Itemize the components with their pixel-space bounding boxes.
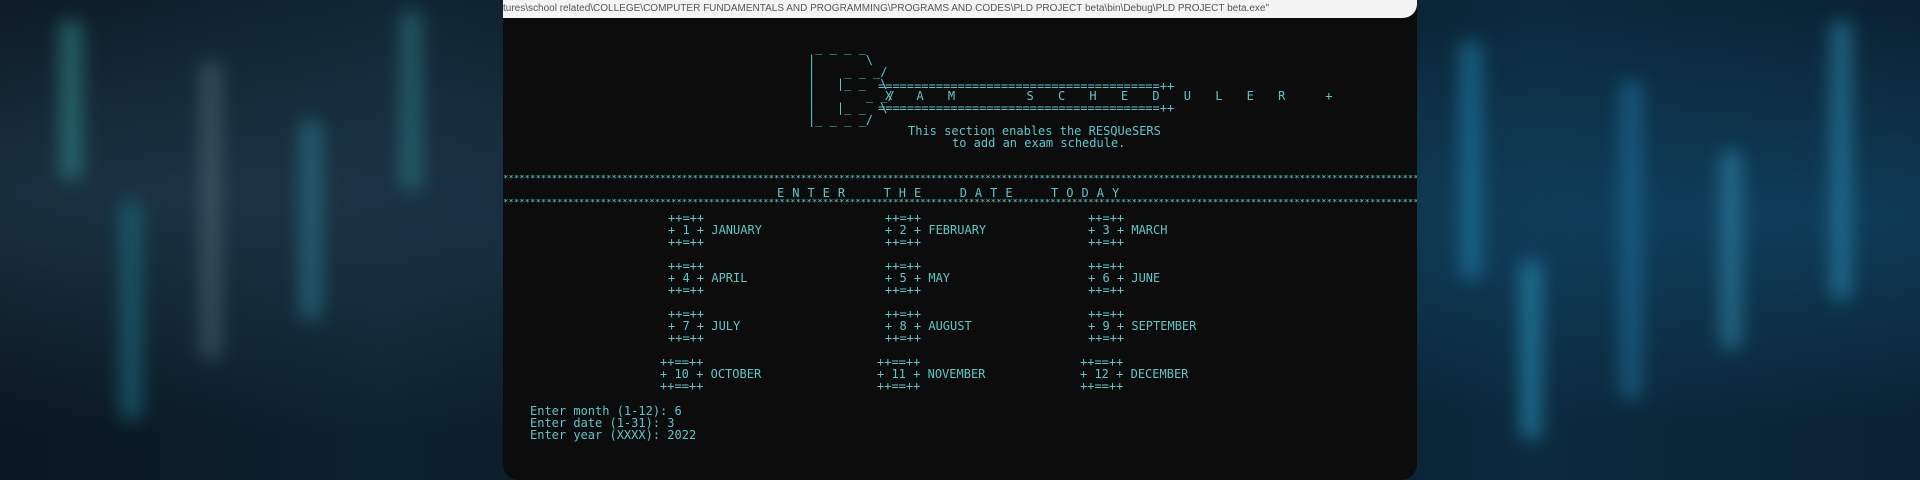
console-window[interactable]: tures\school related\COLLEGE\COMPUTER FU… xyxy=(503,0,1417,480)
month-box-bottom: ++=++ xyxy=(885,235,922,249)
star-divider-top: ****************************************… xyxy=(503,175,1417,184)
background-streak xyxy=(120,200,142,420)
month-name: JANUARY xyxy=(711,223,762,237)
month-name: JUNE xyxy=(1131,271,1161,285)
month-box-bottom: ++==++ xyxy=(660,379,704,393)
background-streak xyxy=(1830,20,1852,300)
month-box-bottom: ++=++ xyxy=(1088,235,1125,249)
month-name: MAY xyxy=(928,271,951,285)
star-divider-bottom: ****************************************… xyxy=(503,199,1417,208)
month-name: DECEMBER xyxy=(1130,367,1189,381)
month-option: ++=++ + 5 + MAY ++=++ xyxy=(885,260,950,296)
background-streak xyxy=(200,60,222,360)
month-box-bottom: ++==++ xyxy=(1080,379,1124,393)
window-title-bar[interactable]: tures\school related\COLLEGE\COMPUTER FU… xyxy=(503,0,1417,18)
title-rule-bottom: =======================================+… xyxy=(878,101,1175,115)
year-prompt: Enter year (XXXX): 2022 xyxy=(530,428,697,442)
month-option: ++=++ + 1 + JANUARY ++=++ xyxy=(668,212,762,248)
month-option: ++=++ + 7 + JULY ++=++ xyxy=(668,308,740,344)
month-name: JULY xyxy=(711,319,741,333)
month-option: ++==++ + 10 + OCTOBER ++==++ xyxy=(660,356,761,392)
background-streak xyxy=(1520,260,1542,440)
month-name: NOVEMBER xyxy=(927,367,986,381)
description-line-2: to add an exam schedule. xyxy=(952,136,1126,150)
background-streak xyxy=(60,20,82,180)
background-streak xyxy=(1460,40,1482,280)
month-name: FEBRUARY xyxy=(928,223,987,237)
month-box-bottom: ++=++ xyxy=(668,283,705,297)
month-option: ++==++ + 11 + NOVEMBER ++==++ xyxy=(877,356,985,392)
month-box-bottom: ++=++ xyxy=(1088,331,1125,345)
month-option: ++=++ + 6 + JUNE ++=++ xyxy=(1088,260,1160,296)
month-option: ++=++ + 8 + AUGUST ++=++ xyxy=(885,308,972,344)
month-box-bottom: ++=++ xyxy=(885,283,922,297)
month-box-bottom: ++==++ xyxy=(877,379,921,393)
month-name: APRIL xyxy=(711,271,748,285)
month-option: ++=++ + 3 + MARCH ++=++ xyxy=(1088,212,1167,248)
month-option: ++==++ + 12 + DECEMBER ++==++ xyxy=(1080,356,1188,392)
background-streak xyxy=(1720,150,1742,350)
window-title: tures\school related\COLLEGE\COMPUTER FU… xyxy=(503,3,1269,14)
month-box-bottom: ++=++ xyxy=(885,331,922,345)
enter-date-banner: ENTER THE DATE TODAY xyxy=(777,186,1128,200)
month-name: OCTOBER xyxy=(710,367,762,381)
month-option: ++=++ + 4 + APRIL ++=++ xyxy=(668,260,747,296)
month-option: ++=++ + 9 + SEPTEMBER ++=++ xyxy=(1088,308,1196,344)
month-box-bottom: ++=++ xyxy=(1088,283,1125,297)
month-box-bottom: ++=++ xyxy=(668,235,705,249)
month-name: MARCH xyxy=(1131,223,1168,237)
background-streak xyxy=(1620,80,1642,400)
month-name: AUGUST xyxy=(928,319,972,333)
background-streak xyxy=(300,120,322,320)
month-name: SEPTEMBER xyxy=(1131,319,1197,333)
month-box-bottom: ++=++ xyxy=(668,331,705,345)
month-option: ++=++ + 2 + FEBRUARY ++=++ xyxy=(885,212,986,248)
console-output: _ _ _ _ | \ | _ _ _/ | |_ _ \ | _ _/ | |… xyxy=(503,18,1417,480)
background-streak xyxy=(400,10,422,190)
